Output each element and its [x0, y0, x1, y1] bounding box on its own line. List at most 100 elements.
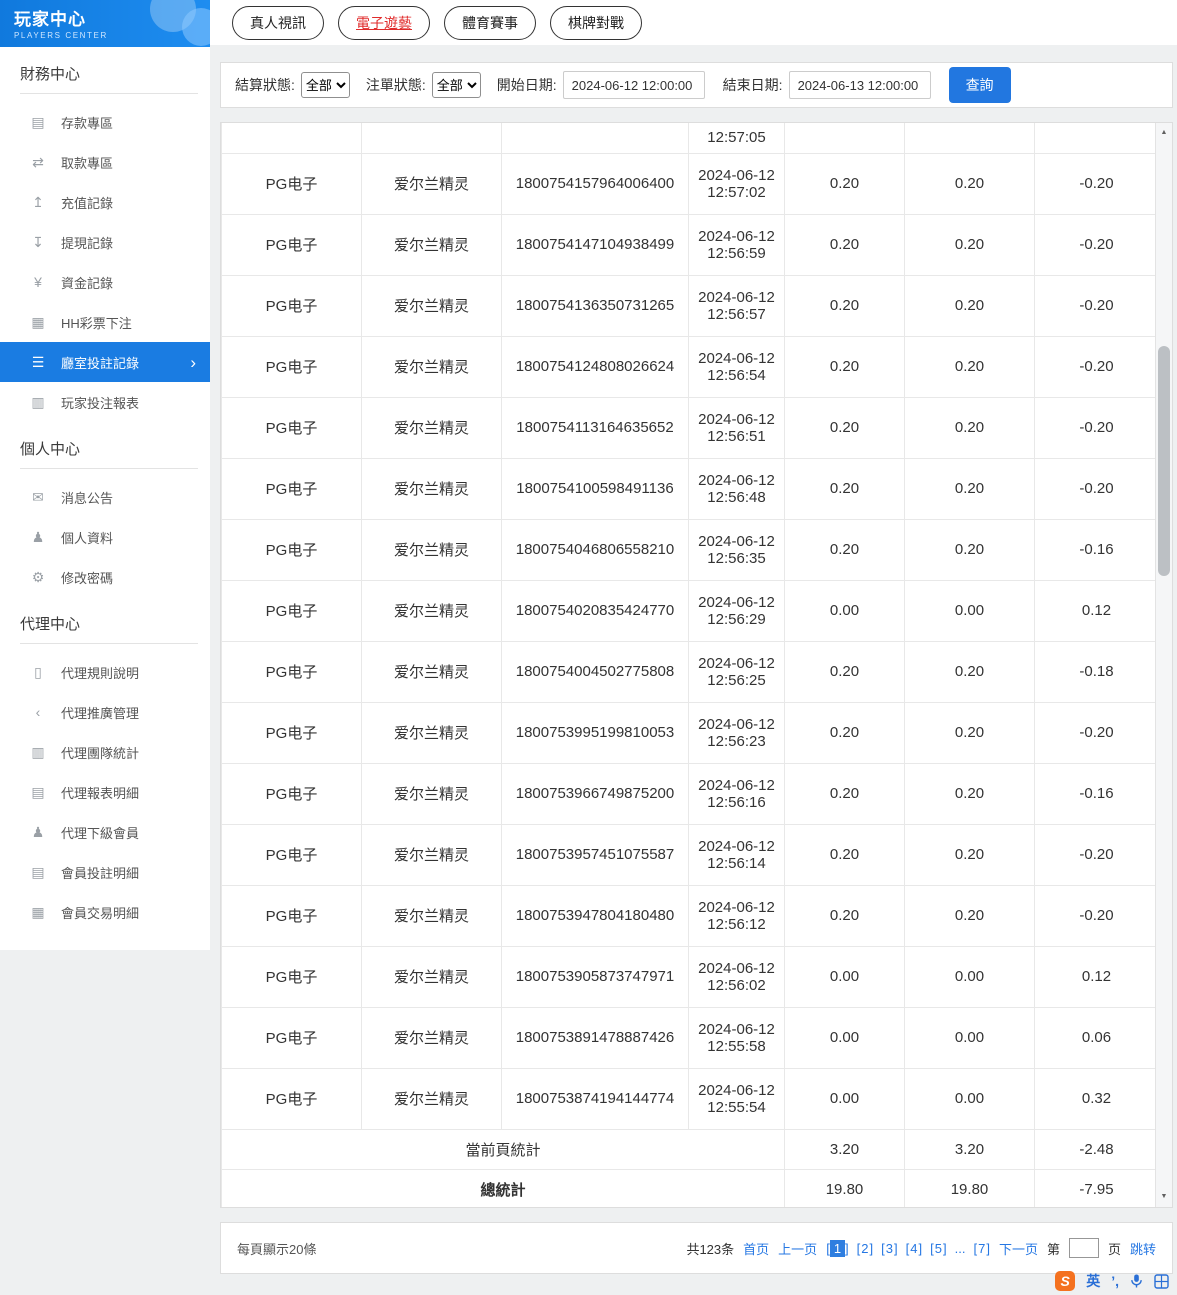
sidebar-item-withdrawal-records[interactable]: ↧ 提現記錄	[0, 222, 210, 262]
profit: -0.20	[1034, 274, 1159, 337]
game-name: 爱尔兰精灵	[361, 579, 502, 642]
game-name: 爱尔兰精灵	[361, 640, 502, 703]
game-name: 爱尔兰精灵	[361, 152, 502, 215]
end-date-input[interactable]	[788, 71, 931, 99]
sidebar-item-agent-promotion[interactable]: ‹ 代理推廣管理	[0, 692, 210, 732]
sidebar-item-deposit[interactable]: ▤ 存款專區	[0, 102, 210, 142]
recharge-record-icon: ↥	[32, 193, 44, 210]
bet-record-row: PG电子 爱尔兰精灵 1800754100598491136 2024-06-12 12…	[221, 457, 1159, 520]
page-link-4[interactable]: [4]	[906, 1241, 922, 1256]
sidebar-item-agent-team-stats[interactable]: ▥ 代理團隊統計	[0, 732, 210, 772]
bet-datetime: 2024-06-12 12:56:57	[688, 274, 785, 337]
jump-page-input[interactable]	[1068, 1238, 1099, 1258]
bet-number: 1800754004502775808	[501, 640, 689, 703]
bet-amount: 0.20	[784, 884, 905, 947]
sidebar-item-agent-sub-members[interactable]: ♟ 代理下級會員	[0, 812, 210, 852]
sidebar-item-recharge-records[interactable]: ↥ 充值記錄	[0, 182, 210, 222]
settle-status-select[interactable]: 全部	[300, 72, 350, 98]
tab-sports[interactable]: 體育賽事	[444, 5, 536, 40]
profit: -0.16	[1034, 762, 1159, 825]
document-icon: ▯	[34, 663, 42, 680]
pagination-controls: 共123条 首页 上一页 [1] [2] [3] [4] [5]... [7] 下一页 第…	[686, 1238, 1156, 1258]
empty-cell	[221, 123, 362, 154]
prev-page-link[interactable]: 上一页	[778, 1239, 817, 1258]
game-name: 爱尔兰精灵	[361, 762, 502, 825]
sidebar-item-member-transaction-details[interactable]: ▦ 會員交易明細	[0, 892, 210, 932]
sidebar-item-hh-lottery-bets[interactable]: ▦ HH彩票下注	[0, 302, 210, 342]
report-detail-icon: ▤	[31, 783, 45, 800]
page-link-7[interactable]: [7]	[973, 1241, 989, 1256]
bet-number: 1800754147104938499	[501, 213, 689, 276]
page-link-2[interactable]: [2]	[857, 1241, 873, 1256]
player-report-icon: ▥	[31, 393, 45, 410]
bet-amount: 0.20	[784, 213, 905, 276]
sidebar-item-profile[interactable]: ♟ 個人資料	[0, 517, 210, 557]
tab-electronic-games[interactable]: 電子遊藝	[338, 5, 430, 40]
bet-number: 1800754157964006400	[501, 152, 689, 215]
valid-bet: 0.20	[904, 396, 1035, 459]
scrollbar-thumb[interactable]	[1158, 346, 1170, 576]
bet-amount: 0.20	[784, 823, 905, 886]
tab-chess-cards[interactable]: 棋牌對戰	[550, 5, 642, 40]
bet-amount: 0.20	[784, 518, 905, 581]
valid-bet: 0.20	[904, 274, 1035, 337]
sidebar-item-agent-report-details[interactable]: ▤ 代理報表明細	[0, 772, 210, 812]
order-status-select[interactable]: 全部	[431, 72, 481, 98]
sidebar-item-change-password[interactable]: ⚙ 修改密碼	[0, 557, 210, 597]
bet-datetime: 2024-06-12 12:55:58	[688, 1006, 785, 1069]
sidebar-item-label: 提現記錄	[61, 235, 114, 251]
bet-number: 1800754100598491136	[501, 457, 689, 520]
sogou-input-icon[interactable]: S	[1055, 1271, 1076, 1291]
bet-record-row: PG电子 爱尔兰精灵 1800754020835424770 2024-06-12 12…	[221, 579, 1159, 642]
punctuation-icon[interactable]: ’,	[1111, 1273, 1119, 1289]
platform: PG电子	[221, 579, 362, 642]
deposit-icon: ▤	[31, 113, 45, 130]
bet-record-row: PG电子 爱尔兰精灵 1800754004502775808 2024-06-12 12…	[221, 640, 1159, 703]
profit: 0.12	[1034, 579, 1159, 642]
page-link-5[interactable]: [5]	[930, 1241, 946, 1256]
bet-amount: 0.20	[784, 335, 905, 398]
sidebar-item-announcements[interactable]: ✉ 消息公告	[0, 477, 210, 517]
sidebar-item-player-bet-report[interactable]: ▥ 玩家投注報表	[0, 382, 210, 422]
next-page-link[interactable]: 下一页	[999, 1239, 1038, 1258]
game-name: 爱尔兰精灵	[361, 396, 502, 459]
valid-bet: 0.20	[904, 884, 1035, 947]
game-name: 爱尔兰精灵	[361, 518, 502, 581]
valid-bet: 0.00	[904, 945, 1035, 1008]
end-date-label: 結束日期:	[722, 77, 783, 93]
total-valid: 3.20	[904, 1128, 1035, 1170]
start-date-input[interactable]	[562, 71, 705, 99]
search-button[interactable]: 查詢	[948, 67, 1011, 103]
platform: PG电子	[221, 396, 362, 459]
bet-record-row: PG电子 爱尔兰精灵 1800753891478887426 2024-06-12 12…	[221, 1006, 1159, 1069]
language-mode-icon[interactable]: 英	[1086, 1271, 1100, 1291]
first-page-link[interactable]: 首页	[743, 1239, 769, 1258]
platform: PG电子	[221, 1006, 362, 1069]
empty-cell	[784, 123, 905, 154]
sidebar-item-label: 修改密碼	[61, 570, 114, 586]
profit: -0.20	[1034, 457, 1159, 520]
members-icon: ♟	[31, 823, 45, 840]
profit: -0.20	[1034, 335, 1159, 398]
scroll-up-icon[interactable]: ▲	[1156, 125, 1172, 141]
bet-amount: 0.20	[784, 274, 905, 337]
profit: -0.16	[1034, 518, 1159, 581]
sidebar-item-fund-records[interactable]: ¥ 資金記錄	[0, 262, 210, 302]
page-link-1[interactable]: [1]	[826, 1239, 849, 1257]
voice-input-icon[interactable]	[1130, 1273, 1143, 1289]
sidebar-item-label: 取款專區	[61, 155, 114, 171]
sidebar-item-member-bet-details[interactable]: ▤ 會員投註明細	[0, 852, 210, 892]
sidebar-item-room-bet-records[interactable]: ☰ 廳室投註記錄 ›	[0, 342, 210, 382]
scroll-down-icon[interactable]: ▼	[1156, 1189, 1172, 1205]
bet-record-row: PG电子 爱尔兰精灵 1800754157964006400 2024-06-12 12…	[221, 152, 1159, 215]
vertical-scrollbar[interactable]: ▲ ▼	[1155, 123, 1172, 1207]
empty-cell	[501, 123, 689, 154]
valid-bet: 0.20	[904, 762, 1035, 825]
keyboard-grid-icon[interactable]	[1154, 1273, 1169, 1289]
sidebar-item-withdraw[interactable]: ⇄ 取款專區	[0, 142, 210, 182]
page-link-3[interactable]: [3]	[881, 1241, 897, 1256]
bet-number: 1800754046806558210	[501, 518, 689, 581]
sidebar-item-agent-rules[interactable]: ▯ 代理規則說明	[0, 652, 210, 692]
jump-button[interactable]: 跳转	[1130, 1239, 1156, 1258]
tab-live-video[interactable]: 真人視訊	[232, 5, 324, 40]
